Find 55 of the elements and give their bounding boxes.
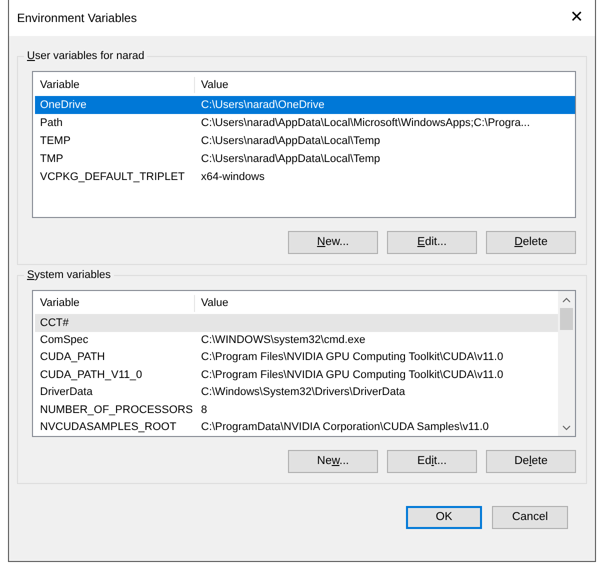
- variable-name: CCT#: [39, 316, 70, 331]
- list-row[interactable]: TMP C:\Users\narad\AppData\Local\Temp: [35, 150, 575, 168]
- action-button[interactable]: New...: [288, 231, 378, 254]
- cancel-button[interactable]: Cancel: [492, 506, 568, 529]
- window-title: Environment Variables: [17, 10, 137, 27]
- list-row[interactable]: CUDA_PATH C:\Program Files\NVIDIA GPU Computing Toolkit\CUDA\v11.0: [35, 349, 558, 366]
- variable-name: VCPKG_DEFAULT_TRIPLET: [39, 170, 186, 185]
- variable-name: ComSpec: [39, 333, 90, 348]
- list-row[interactable]: NVCUDASAMPLES_ROOT C:\ProgramData\NVIDIA Corporation\CUDA Samples\v11.0: [35, 418, 558, 436]
- list-row[interactable]: OneDrive C:\Users\narad\OneDrive: [35, 96, 575, 114]
- variable-value: C:\Users\narad\OneDrive: [200, 98, 324, 113]
- action-button[interactable]: Edit...: [387, 231, 477, 254]
- column-header[interactable]: Value: [195, 76, 228, 94]
- variable-value: C:\Program Files\NVIDIA GPU Computing Toolkit\CUDA\v11.0: [200, 350, 504, 366]
- column-header[interactable]: Variable: [35, 76, 195, 94]
- variable-value: C:\ProgramData\NVIDIA Corporation\CUDA Samples\v11.0: [200, 420, 489, 436]
- scroll-thumb[interactable]: [560, 308, 573, 330]
- action-button[interactable]: Delete: [486, 450, 576, 473]
- column-header[interactable]: Value: [195, 295, 228, 312]
- list-row[interactable]: DriverData C:\Windows\System32\Drivers\DriverData: [35, 384, 558, 402]
- action-button[interactable]: Delete: [486, 231, 576, 254]
- scrollbar[interactable]: [558, 291, 575, 436]
- list-row[interactable]: CUDA_PATH_V11_0 C:\Program Files\NVIDIA GPU Computing Toolkit\CUDA\v11.0: [35, 366, 558, 384]
- variable-name: CUDA_PATH: [39, 350, 106, 366]
- variable-name: NUMBER_OF_PROCESSORS: [39, 402, 194, 418]
- list-row[interactable]: ComSpec C:\WINDOWS\system32\cmd.exe: [35, 332, 558, 350]
- variable-value: C:\Users\narad\AppData\Local\Microsoft\WindowsApps;C:\Progra...: [200, 116, 530, 131]
- scroll-up-icon[interactable]: [562, 296, 571, 303]
- variable-name: OneDrive: [39, 98, 88, 113]
- variable-value: x64-windows: [200, 170, 265, 185]
- list-row[interactable]: Path C:\Users\narad\AppData\Local\Microsoft\WindowsApps;C:\Progra...: [35, 114, 575, 132]
- list-row[interactable]: NUMBER_OF_PROCESSORS 8: [35, 401, 558, 419]
- variable-value: C:\Users\narad\AppData\Local\Temp: [200, 134, 380, 149]
- variable-name: DriverData: [39, 385, 94, 400]
- column-header[interactable]: Variable: [35, 295, 195, 312]
- variable-value: C:\Windows\System32\Drivers\DriverData: [200, 385, 406, 400]
- group-title: System variables: [24, 268, 114, 283]
- variable-name: Path: [39, 116, 64, 131]
- close-button[interactable]: ✕: [564, 10, 589, 26]
- list-row[interactable]: VCPKG_DEFAULT_TRIPLET x64-windows: [35, 168, 575, 186]
- ok-button[interactable]: OK: [406, 506, 482, 529]
- scroll-down-icon[interactable]: [562, 424, 571, 431]
- variable-value: 8: [200, 402, 208, 418]
- variable-value: C:\Program Files\NVIDIA GPU Computing Toolkit\CUDA\v11.0: [200, 368, 504, 383]
- variable-value: C:\WINDOWS\system32\cmd.exe: [200, 333, 366, 348]
- variable-name: TMP: [39, 152, 64, 167]
- variable-name: NVCUDASAMPLES_ROOT: [39, 420, 178, 436]
- variable-name: CUDA_PATH_V11_0: [39, 368, 144, 383]
- group-title: User variables for narad: [24, 49, 148, 64]
- variable-value: C:\Users\narad\AppData\Local\Temp: [200, 152, 380, 167]
- action-button[interactable]: Edit...: [387, 450, 477, 473]
- action-button[interactable]: New...: [288, 450, 378, 473]
- list-row[interactable]: TEMP C:\Users\narad\AppData\Local\Temp: [35, 132, 575, 150]
- variable-name: TEMP: [39, 134, 72, 149]
- list-row[interactable]: CCT#: [35, 314, 558, 332]
